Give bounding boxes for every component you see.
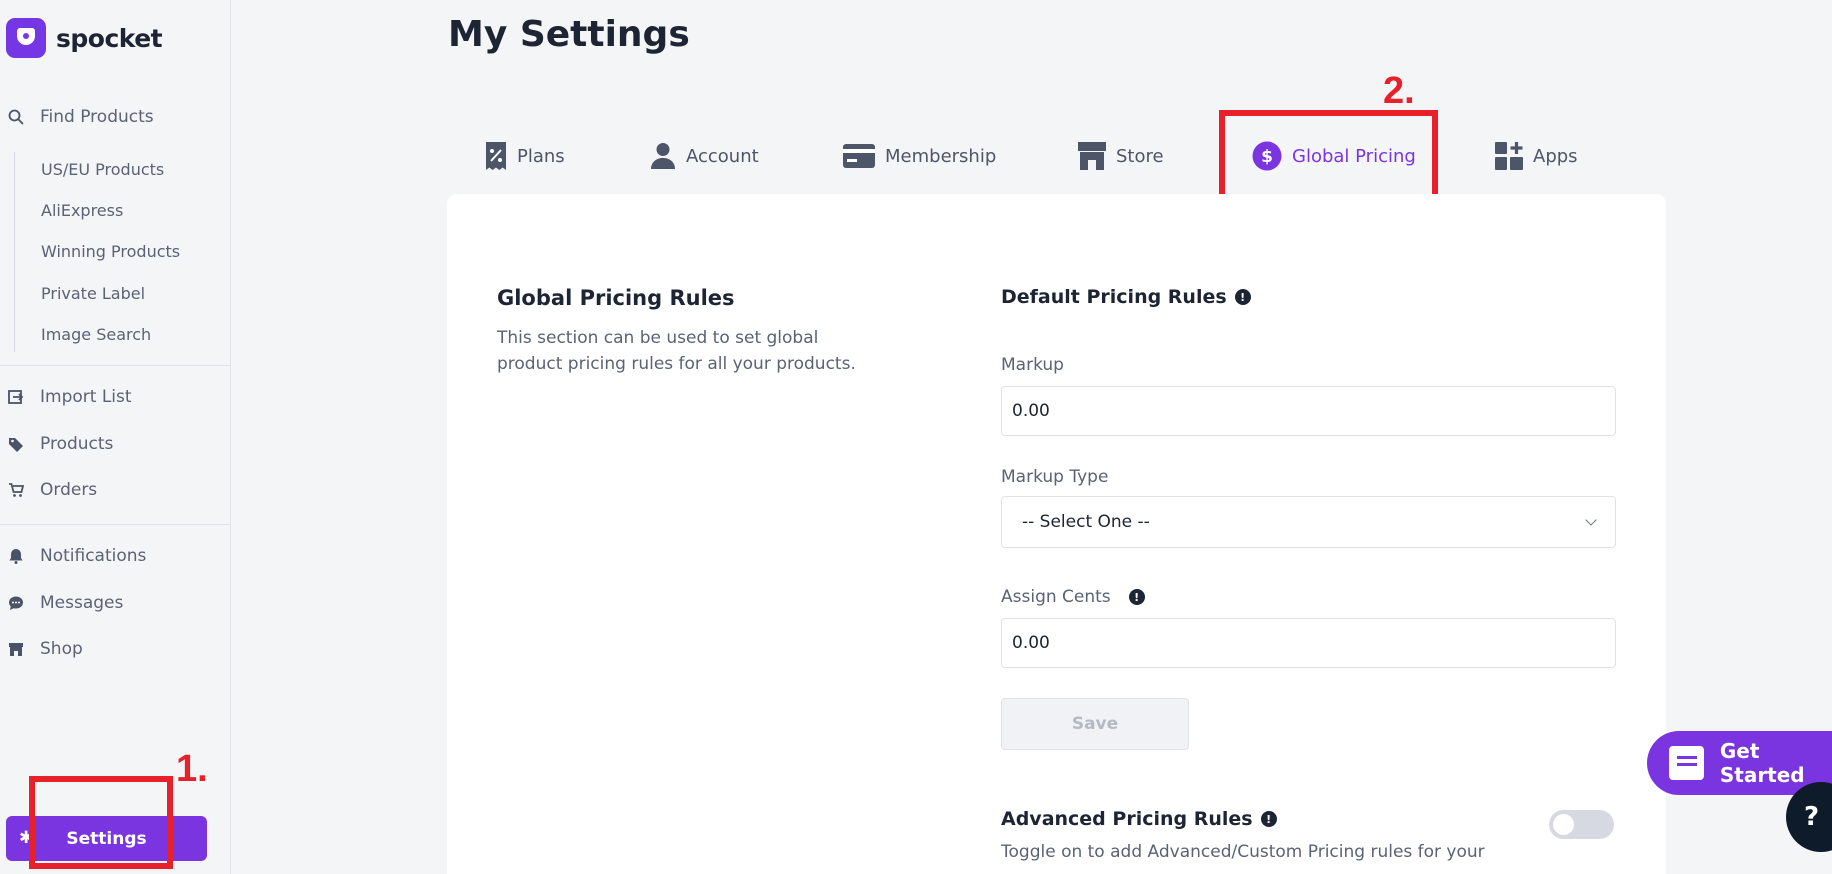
- sidebar-item-import-list[interactable]: Import List: [6, 387, 132, 407]
- chat-icon: [6, 595, 26, 611]
- info-icon[interactable]: !: [1234, 289, 1251, 305]
- advanced-pricing-rules-title: Advanced Pricing Rules: [1001, 808, 1253, 830]
- get-started-label: Get Started: [1719, 739, 1805, 787]
- user-icon: [650, 142, 676, 170]
- sidebar-item-find-products[interactable]: Find Products: [6, 107, 154, 127]
- toggle-knob: [1553, 814, 1574, 835]
- sidebar-subitem-winning-products[interactable]: Winning Products: [41, 242, 180, 261]
- bell-icon: [6, 548, 26, 564]
- apps-icon: [1495, 142, 1523, 170]
- receipt-percent-icon: [485, 141, 507, 171]
- sidebar-item-messages[interactable]: Messages: [6, 593, 123, 613]
- sidebar-item-label: Products: [40, 434, 114, 454]
- sidebar-subitem-aliexpress[interactable]: AliExpress: [41, 201, 123, 220]
- sidebar-subitem-image-search[interactable]: Image Search: [41, 325, 151, 344]
- sidebar-item-label: Messages: [40, 593, 124, 613]
- tab-label: Apps: [1533, 145, 1578, 167]
- tab-label: Account: [686, 145, 759, 167]
- sidebar-item-label: Find Products: [40, 107, 154, 127]
- annotation-label-step1: 1.: [176, 748, 208, 790]
- advanced-pricing-toggle[interactable]: [1549, 810, 1614, 839]
- tab-label: Membership: [885, 145, 997, 167]
- find-products-sublist: US/EU Products AliExpress Winning Produc…: [14, 152, 180, 352]
- sidebar-divider: [0, 365, 231, 366]
- advanced-pricing-rules-heading: Advanced Pricing Rules !: [1001, 808, 1277, 830]
- markup-input[interactable]: [1001, 386, 1616, 436]
- sidebar-divider: [0, 524, 231, 525]
- info-icon[interactable]: !: [1128, 589, 1145, 605]
- tab-account[interactable]: Account: [650, 135, 759, 177]
- section-description: This section can be used to set global p…: [497, 328, 856, 374]
- import-icon: [6, 389, 26, 405]
- tab-label: Plans: [517, 145, 565, 167]
- save-button[interactable]: Save: [1001, 698, 1189, 750]
- annotation-box-step1: [29, 776, 173, 869]
- markup-label: Markup: [1001, 355, 1064, 375]
- assign-cents-label: Assign Cents: [1001, 587, 1111, 607]
- tab-plans[interactable]: Plans: [485, 135, 565, 177]
- info-icon[interactable]: !: [1260, 811, 1277, 827]
- sidebar-item-label: Notifications: [40, 546, 147, 566]
- sidebar-subitem-us-eu-products[interactable]: US/EU Products: [41, 160, 164, 179]
- markup-type-selected-value: -- Select One --: [1022, 512, 1150, 532]
- sidebar-item-shop[interactable]: Shop: [6, 639, 83, 659]
- sidebar-item-notifications[interactable]: Notifications: [6, 546, 146, 566]
- sidebar-item-label: Shop: [40, 639, 83, 659]
- brand-name: spocket: [56, 23, 163, 53]
- sidebar: spocket Find Products US/EU Products Ali…: [0, 0, 231, 874]
- tag-icon: [6, 436, 26, 452]
- page-title: My Settings: [448, 14, 690, 55]
- tab-membership[interactable]: Membership: [843, 135, 996, 177]
- store-icon: [6, 641, 26, 657]
- markup-type-label: Markup Type: [1001, 467, 1109, 487]
- credit-card-icon: [843, 144, 875, 168]
- tab-store[interactable]: Store: [1078, 135, 1164, 177]
- sidebar-item-orders[interactable]: Orders: [6, 480, 97, 500]
- default-pricing-rules-heading: Default Pricing Rules !: [1001, 286, 1251, 308]
- annotation-label-step2: 2.: [1383, 70, 1415, 112]
- default-pricing-rules-title: Default Pricing Rules: [1001, 286, 1227, 308]
- assign-cents-heading: Assign Cents !: [1001, 587, 1145, 607]
- spocket-logo-icon: [6, 18, 46, 58]
- brand-logo[interactable]: spocket: [6, 18, 163, 58]
- tab-label: Store: [1116, 145, 1164, 167]
- section-title: Global Pricing Rules: [497, 286, 735, 310]
- book-icon: [1669, 746, 1704, 780]
- sidebar-item-label: Orders: [40, 480, 98, 500]
- assign-cents-input[interactable]: [1001, 618, 1616, 668]
- markup-type-select[interactable]: -- Select One --: [1001, 496, 1616, 548]
- chevron-down-icon: [1585, 514, 1597, 526]
- sidebar-item-products[interactable]: Products: [6, 434, 113, 454]
- tab-apps[interactable]: Apps: [1495, 135, 1578, 177]
- annotation-box-step2: [1219, 110, 1438, 205]
- store-icon: [1078, 142, 1106, 170]
- cart-icon: [6, 482, 26, 498]
- sidebar-subitem-private-label[interactable]: Private Label: [41, 284, 145, 303]
- advanced-pricing-description: Toggle on to add Advanced/Custom Pricing…: [1001, 842, 1485, 862]
- sidebar-item-label: Import List: [40, 387, 132, 407]
- search-icon: [6, 109, 26, 125]
